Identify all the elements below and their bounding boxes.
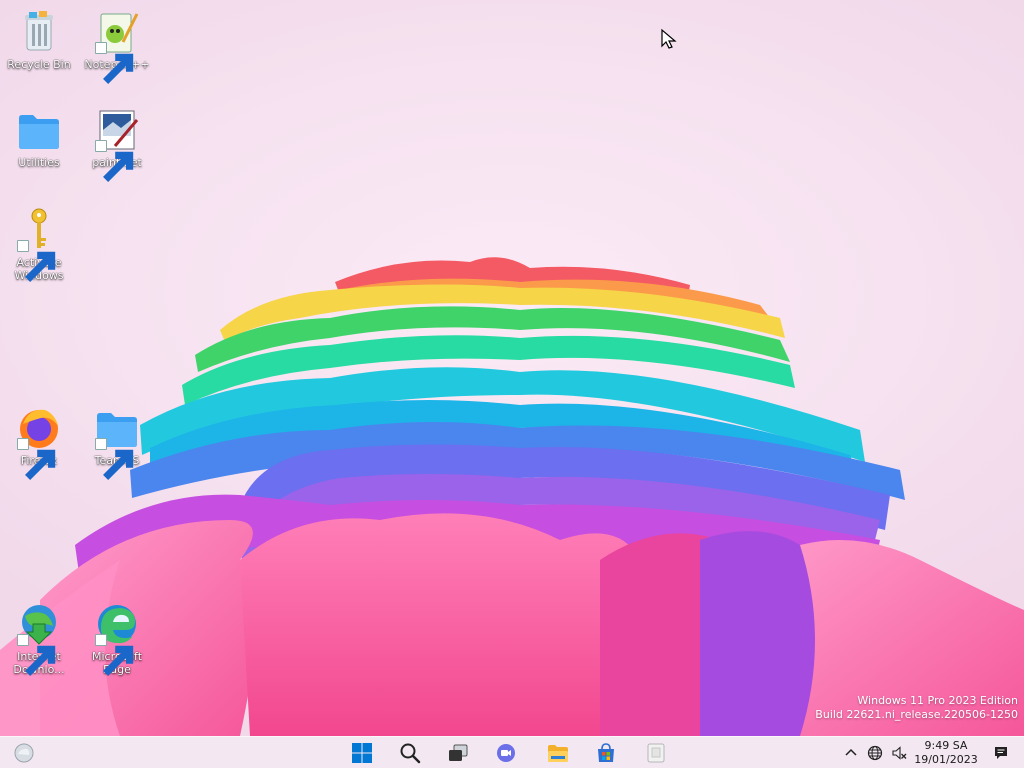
desktop-icon-recycle-bin[interactable]: Recycle Bin (4, 8, 74, 71)
folder-icon (19, 115, 59, 149)
windows-build-watermark: Windows 11 Pro 2023 Edition Build 22621.… (815, 694, 1018, 722)
mouse-cursor-icon (661, 28, 677, 49)
notification-icon (995, 747, 1007, 759)
shortcut-arrow-icon (95, 140, 134, 182)
chat-icon (497, 744, 515, 762)
show-hidden-icons-button[interactable] (842, 743, 860, 763)
desktop-icon-microsoft-edge[interactable]: Microsoft Edge (82, 600, 152, 676)
clock-date: 19/01/2023 (914, 753, 978, 766)
shortcut-arrow-icon (95, 42, 134, 84)
desktop-icon-activate-windows[interactable]: Activate Windows (4, 206, 74, 282)
notepad-button[interactable] (642, 740, 670, 766)
desktop-icon-utilities[interactable]: Utilities (4, 106, 74, 169)
notification-center-button[interactable] (992, 743, 1010, 763)
microsoft-store-icon (598, 743, 614, 762)
shortcut-arrow-icon (95, 634, 134, 676)
desktop-icon-notepadpp[interactable]: Notepad++ (82, 8, 152, 84)
file-explorer-icon (548, 745, 568, 762)
recycle-bin-icon (25, 11, 53, 51)
desktop-icon-paintnet[interactable]: paint.net (82, 106, 152, 182)
widgets-button[interactable] (10, 740, 38, 766)
network-button[interactable] (866, 743, 884, 763)
desktop[interactable]: Recycle Bin Notepad++ Utilities paint.ne… (0, 0, 1024, 736)
clock-button[interactable]: 9:49 SA 19/01/2023 (912, 739, 980, 767)
search-button[interactable] (396, 740, 424, 766)
notepad-icon (647, 743, 665, 763)
widgets-icon (14, 743, 34, 763)
desktop-icon-internet-download-manager[interactable]: Internet Downlo... (4, 600, 74, 676)
globe-icon (867, 745, 883, 761)
shortcut-arrow-icon (17, 634, 56, 676)
desktop-icon-firefox[interactable]: Firefox (4, 404, 74, 480)
task-view-icon (449, 744, 468, 761)
shortcut-arrow-icon (17, 240, 56, 282)
watermark-build: Build 22621.ni_release.220506-1250 (815, 708, 1018, 721)
shortcut-arrow-icon (17, 438, 56, 480)
desktop-icon-teamos[interactable]: TeamOS (82, 404, 152, 480)
file-explorer-button[interactable] (544, 740, 572, 766)
shortcut-arrow-icon (95, 438, 134, 480)
volume-button[interactable] (890, 743, 908, 763)
chat-button[interactable] (492, 740, 520, 766)
watermark-edition: Windows 11 Pro 2023 Edition (857, 694, 1018, 707)
volume-muted-icon (892, 746, 907, 760)
start-icon (352, 743, 372, 763)
microsoft-store-button[interactable] (592, 740, 620, 766)
desktop-icon-label: Utilities (18, 156, 60, 169)
clock-time: 9:49 SA (924, 739, 968, 752)
search-icon (400, 743, 421, 764)
wallpaper (0, 257, 1024, 736)
chevron-up-icon (845, 748, 857, 756)
taskbar: 9:49 SA 19/01/2023 (0, 736, 1024, 768)
desktop-icon-label: Recycle Bin (7, 58, 71, 71)
start-button[interactable] (348, 740, 376, 766)
task-view-button[interactable] (444, 740, 472, 766)
